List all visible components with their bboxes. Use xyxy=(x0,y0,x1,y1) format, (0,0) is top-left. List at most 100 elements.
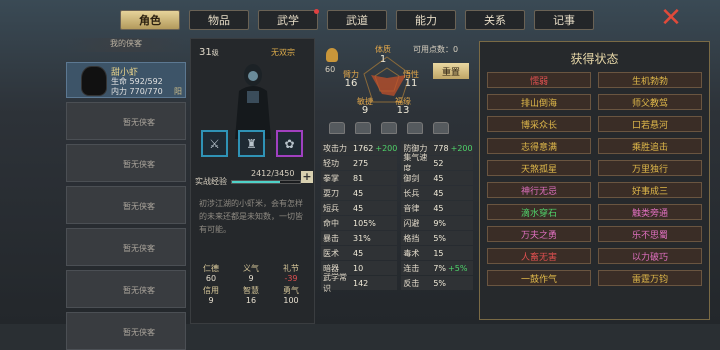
virtue-label: 智慧 xyxy=(243,286,259,295)
equip-accessory-slot[interactable]: ✿ xyxy=(276,130,303,157)
stat-value: 45 xyxy=(353,188,364,198)
state-badge[interactable]: 师父教驾 xyxy=(598,94,702,110)
tab-3[interactable]: 武道 xyxy=(327,10,387,30)
state-badge[interactable]: 触类旁通 xyxy=(598,204,702,220)
exp-label: 实战经验 xyxy=(195,177,227,186)
state-badge[interactable]: 人畜无害 xyxy=(487,248,591,264)
virtue-3: 信用 9 xyxy=(191,285,231,305)
tab-6[interactable]: 记事 xyxy=(534,10,594,30)
stat-label: 命中 xyxy=(323,218,339,228)
medal-row xyxy=(329,122,449,134)
stat-value: 45 xyxy=(433,188,444,198)
attr-value-3: 9 xyxy=(361,105,369,116)
state-badge[interactable]: 一鼓作气 xyxy=(487,270,591,286)
stat-label: 御剑 xyxy=(403,173,420,183)
exp-plus-button[interactable]: + xyxy=(301,171,313,183)
medal-icon xyxy=(433,122,449,134)
stat-value: 7% xyxy=(433,263,447,273)
tab-2[interactable]: 武学 xyxy=(258,9,319,30)
medal-icon xyxy=(407,122,423,134)
stat-row: 闪避 9% xyxy=(401,216,473,230)
roster-empty-slot[interactable]: 暂无侠客 xyxy=(66,186,186,224)
virtue-value: 16 xyxy=(245,296,257,305)
stat-row: 毒术 15 xyxy=(401,246,473,260)
stat-row: 攻击力 1762 +200 xyxy=(321,141,398,155)
roster-panel: 我的侠客 甜小虾 生命 592/592 内力 770/770 阳 暂无侠客 暂无侠… xyxy=(66,38,186,350)
state-badge[interactable]: 志得意满 xyxy=(487,138,591,154)
roster-empty-slot[interactable]: 暂无侠客 xyxy=(66,102,186,140)
potential-icon xyxy=(326,48,338,62)
roster-empty-slot[interactable]: 暂无侠客 xyxy=(66,228,186,266)
equip-weapon-slot[interactable]: ⚔ xyxy=(201,130,228,157)
stat-row: 长兵 45 xyxy=(401,186,473,200)
reset-button[interactable]: 重置 xyxy=(433,63,469,79)
roster-empty-slot[interactable]: 暂无侠客 xyxy=(66,312,186,350)
stat-label: 轻功 xyxy=(323,158,339,168)
empty-slot-label: 暂无侠客 xyxy=(123,118,155,127)
roster-empty-slot[interactable]: 暂无侠客 xyxy=(66,270,186,308)
equip-armor-slot[interactable]: ♜ xyxy=(238,130,265,157)
stat-value: 9% xyxy=(433,218,447,228)
stat-bonus: +5% xyxy=(448,263,468,273)
state-badge[interactable]: 滴水穿石 xyxy=(487,204,591,220)
empty-slot-label: 暂无侠客 xyxy=(123,202,155,211)
stat-label: 耍刀 xyxy=(323,188,339,198)
stat-row: 集气速度 52 xyxy=(401,153,473,173)
attr-value-4: 13 xyxy=(396,105,410,116)
tab-5[interactable]: 关系 xyxy=(465,10,525,30)
stat-value: 5% xyxy=(433,233,447,243)
tab-4[interactable]: 能力 xyxy=(396,10,456,30)
stat-row: 暴击 31% xyxy=(321,231,398,245)
roster-empty-slot[interactable]: 暂无侠客 xyxy=(66,144,186,182)
state-badge[interactable]: 口若悬河 xyxy=(598,116,702,132)
stat-label: 医术 xyxy=(323,248,339,258)
virtue-value: 9 xyxy=(248,274,254,283)
state-badge[interactable]: 天煞孤星 xyxy=(487,160,591,176)
state-badge[interactable]: 雷霆万钧 xyxy=(598,270,702,286)
stat-value: 45 xyxy=(433,203,444,213)
virtue-2: 礼节 -39 xyxy=(271,263,311,283)
close-icon[interactable]: ✕ xyxy=(659,5,683,31)
state-badge[interactable]: 乐不思蜀 xyxy=(598,226,702,242)
character-figure xyxy=(235,64,271,139)
stat-label: 格挡 xyxy=(403,233,420,243)
tab-1[interactable]: 物品 xyxy=(189,10,249,30)
stat-row: 医术 45 xyxy=(321,246,398,260)
state-badge[interactable]: 懦弱 xyxy=(487,72,591,88)
stat-value: 105% xyxy=(353,218,376,228)
state-badge[interactable]: 乘胜追击 xyxy=(598,138,702,154)
stat-row: 短兵 45 xyxy=(321,201,398,215)
stat-value: 1762 xyxy=(353,143,374,153)
attribute-radar: 60 体质 1 臂力 16 悟性 11 敏捷 9 福缘 13 可用点数：0 重置 xyxy=(321,38,473,118)
stat-label: 短兵 xyxy=(323,203,339,213)
character-panel: 31级 无双宗 ⚔ ♜ ✿ 实战经验 2412/3450 + 初涉江湖的小虾米，… xyxy=(190,38,315,324)
attr-value-0: 1 xyxy=(379,54,387,65)
tab-0[interactable]: 角色 xyxy=(120,10,180,30)
virtue-value: 100 xyxy=(283,296,299,305)
stat-row: 音律 45 xyxy=(401,201,473,215)
attr-value-1: 16 xyxy=(344,78,358,89)
avatar xyxy=(81,66,107,96)
state-badge[interactable]: 生机勃勃 xyxy=(598,72,702,88)
stat-grid: 攻击力 1762 +200 防御力 778 +200 轻功 275 集气速度 52 拳掌 81 御剑 45… xyxy=(321,141,473,293)
potential-value: 60 xyxy=(325,65,336,74)
state-badge[interactable]: 排山倒海 xyxy=(487,94,591,110)
state-badge[interactable]: 万里独行 xyxy=(598,160,702,176)
stat-row: 御剑 45 xyxy=(401,171,473,185)
state-badge[interactable]: 博采众长 xyxy=(487,116,591,132)
virtue-label: 仁德 xyxy=(203,264,219,273)
state-badge[interactable]: 神行无忌 xyxy=(487,182,591,198)
state-badge[interactable]: 以力破巧 xyxy=(598,248,702,264)
exp-fill xyxy=(232,181,280,183)
state-badge[interactable]: 万夫之勇 xyxy=(487,226,591,242)
roster-hero-card[interactable]: 甜小虾 生命 592/592 内力 770/770 阳 xyxy=(66,62,186,98)
stat-label: 连击 xyxy=(403,263,420,273)
virtue-0: 仁德 60 xyxy=(191,263,231,283)
stat-label: 音律 xyxy=(403,203,420,213)
hero-mp: 内力 770/770 xyxy=(111,87,163,96)
state-badge[interactable]: 好事成三 xyxy=(598,182,702,198)
stat-label: 闪避 xyxy=(403,218,420,228)
stat-row: 拳掌 81 xyxy=(321,171,398,185)
stats-panel: 60 体质 1 臂力 16 悟性 11 敏捷 9 福缘 13 可用点数：0 重置… xyxy=(321,38,473,324)
stat-value: 778 xyxy=(433,143,449,153)
